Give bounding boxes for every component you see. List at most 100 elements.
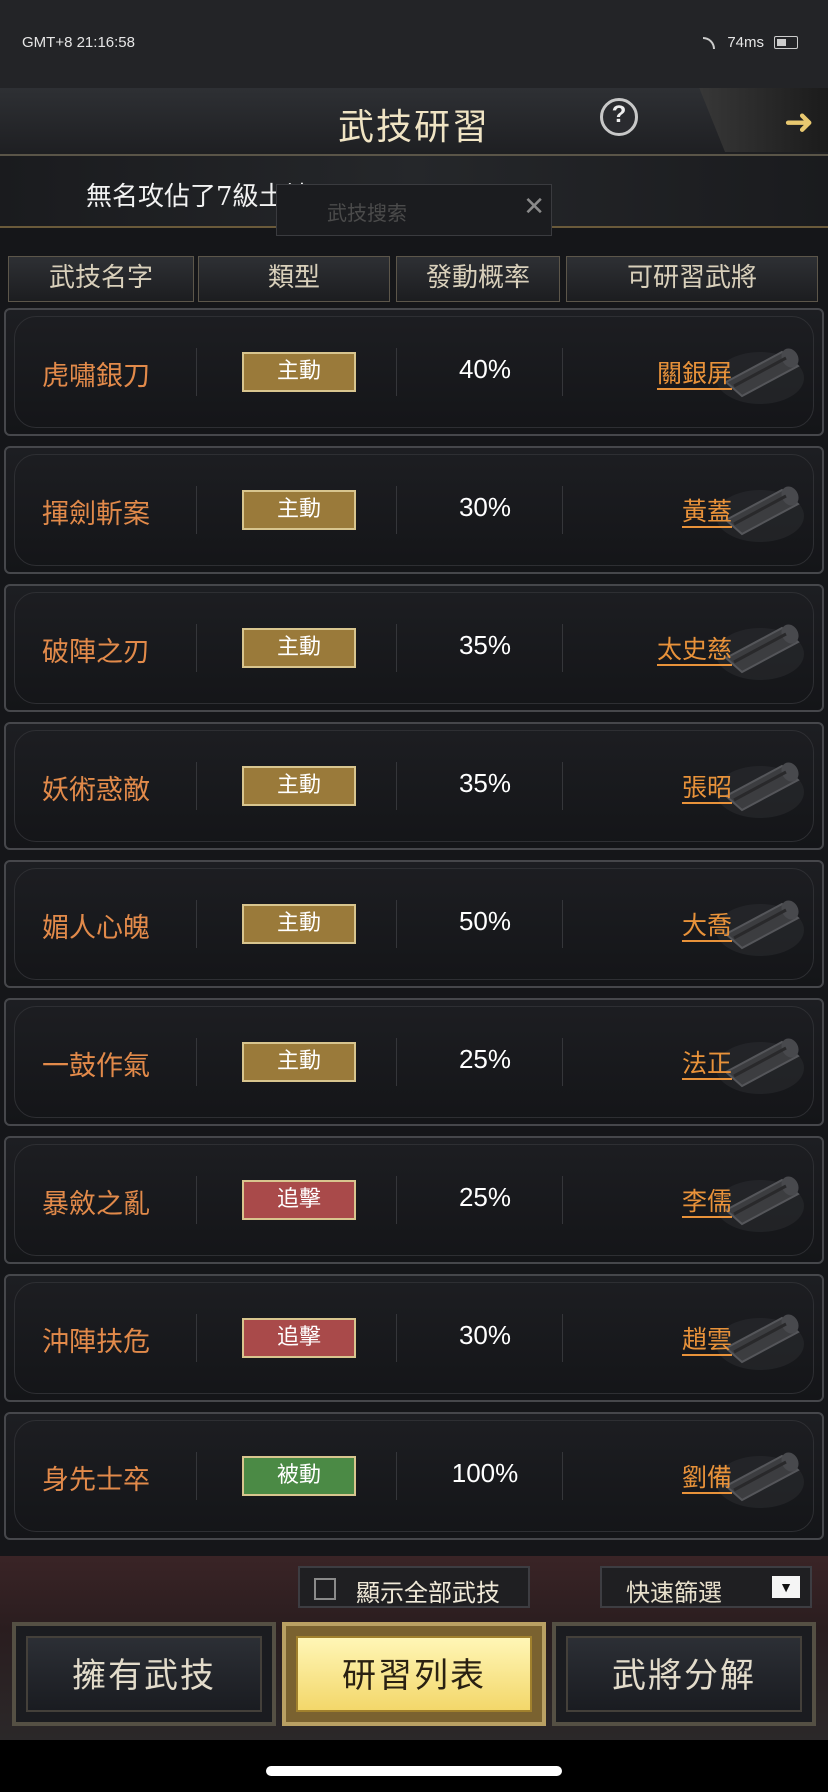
skill-name: 沖陣扶危 (42, 1327, 150, 1358)
arrow-right-icon: ➜ (783, 102, 814, 143)
page-title: 武技研習 (337, 107, 490, 148)
activation-rate: 50% (458, 906, 512, 936)
skill-name: 身先士卒 (42, 1465, 150, 1496)
divider (196, 762, 197, 810)
divider (562, 1176, 563, 1224)
divider (562, 1038, 563, 1086)
divider (396, 1314, 397, 1362)
general-link[interactable]: 張昭 (682, 768, 732, 804)
skill-name: 揮劍斬案 (42, 499, 150, 530)
column-header-type[interactable]: 類型 (198, 256, 390, 302)
checkbox[interactable] (314, 1578, 336, 1600)
search-placeholder: 武技搜索 (327, 201, 407, 225)
activation-rate: 35% (458, 630, 512, 660)
general-link[interactable]: 趙雲 (682, 1320, 732, 1356)
column-header-rate[interactable]: 發動概率 (396, 256, 560, 302)
status-bar: GMT+8 21:16:58 74ms (0, 0, 828, 88)
divider (396, 348, 397, 396)
general-link[interactable]: 劉備 (682, 1458, 732, 1494)
skill-type-badge: 主動 (242, 766, 356, 806)
divider (196, 1038, 197, 1086)
skill-type-badge: 追擊 (242, 1180, 356, 1220)
skill-type-badge: 主動 (242, 1042, 356, 1082)
title-bar: 武技研習 ? ➜ (0, 88, 828, 156)
general-link[interactable]: 法正 (682, 1044, 732, 1080)
activation-rate: 35% (458, 768, 512, 798)
activation-rate: 30% (458, 1320, 512, 1350)
general-link[interactable]: 黃蓋 (682, 492, 732, 528)
table-row[interactable]: 暴斂之亂 追擊 25% 李儒 (4, 1136, 824, 1264)
home-indicator[interactable] (266, 1766, 562, 1776)
divider (196, 486, 197, 534)
skill-name: 妖術惑敵 (42, 775, 150, 806)
divider (562, 1452, 563, 1500)
bottom-panel: 顯示全部武技 快速篩選 ▼ 擁有武技 研習列表 武將分解 (0, 1556, 828, 1740)
table-row[interactable]: 妖術惑敵 主動 35% 張昭 (4, 722, 824, 850)
table-row[interactable]: 沖陣扶危 追擊 30% 趙雲 (4, 1274, 824, 1402)
help-button[interactable]: ? (600, 98, 638, 136)
tab-label: 武將分解 (566, 1636, 802, 1712)
show-all-toggle[interactable]: 顯示全部武技 (298, 1566, 530, 1608)
skill-name: 媚人心魄 (42, 913, 150, 944)
table-row[interactable]: 揮劍斬案 主動 30% 黃蓋 (4, 446, 824, 574)
divider (562, 900, 563, 948)
home-bar (0, 1740, 828, 1792)
ping-text: 74ms (727, 34, 764, 51)
divider (196, 1452, 197, 1500)
column-header-general[interactable]: 可研習武將 (566, 256, 818, 302)
divider (196, 348, 197, 396)
divider (396, 1452, 397, 1500)
activation-rate: 40% (458, 354, 512, 384)
general-link[interactable]: 李儒 (682, 1182, 732, 1218)
chevron-down-icon: ▼ (772, 1576, 800, 1598)
divider (396, 1038, 397, 1086)
table-row[interactable]: 身先士卒 被動 100% 劉備 (4, 1412, 824, 1540)
divider (396, 486, 397, 534)
divider (396, 1176, 397, 1224)
tab-study-list[interactable]: 研習列表 (282, 1622, 546, 1726)
divider (396, 900, 397, 948)
table-row[interactable]: 一鼓作氣 主動 25% 法正 (4, 998, 824, 1126)
table-row[interactable]: 媚人心魄 主動 50% 大喬 (4, 860, 824, 988)
quick-filter-dropdown[interactable]: 快速篩選 ▼ (600, 1566, 812, 1608)
general-link[interactable]: 關銀屏 (657, 354, 732, 390)
table-row[interactable]: 虎嘯銀刀 主動 40% 關銀屏 (4, 308, 824, 436)
status-indicators: 74ms (703, 34, 798, 51)
divider (396, 762, 397, 810)
close-icon[interactable]: ✕ (523, 191, 545, 222)
status-time: GMT+8 21:16:58 (22, 34, 135, 51)
skill-name: 一鼓作氣 (42, 1051, 150, 1082)
column-header-skill[interactable]: 武技名字 (8, 256, 194, 302)
activation-rate: 30% (458, 492, 512, 522)
divider (196, 624, 197, 672)
skill-type-badge: 主動 (242, 628, 356, 668)
divider (562, 1314, 563, 1362)
skill-name: 暴斂之亂 (42, 1189, 150, 1220)
show-all-label: 顯示全部武技 (356, 1579, 500, 1607)
tab-general-decompose[interactable]: 武將分解 (552, 1622, 816, 1726)
skill-type-badge: 追擊 (242, 1318, 356, 1358)
general-link[interactable]: 太史慈 (657, 630, 732, 666)
divider (562, 348, 563, 396)
divider (196, 1176, 197, 1224)
activation-rate: 25% (458, 1182, 512, 1212)
tab-owned-skills[interactable]: 擁有武技 (12, 1622, 276, 1726)
divider (396, 624, 397, 672)
divider (562, 624, 563, 672)
table-row[interactable]: 破陣之刃 主動 35% 太史慈 (4, 584, 824, 712)
skill-name: 破陣之刃 (42, 637, 150, 668)
general-link[interactable]: 大喬 (682, 906, 732, 942)
tab-label: 研習列表 (296, 1636, 532, 1712)
divider (196, 900, 197, 948)
filter-label: 快速篩選 (626, 1579, 722, 1607)
activation-rate: 100% (451, 1458, 519, 1488)
divider (562, 486, 563, 534)
activation-rate: 25% (458, 1044, 512, 1074)
search-input[interactable]: 武技搜索 ✕ (276, 184, 552, 236)
divider (562, 762, 563, 810)
signal-icon (703, 36, 717, 49)
skill-type-badge: 主動 (242, 904, 356, 944)
divider (196, 1314, 197, 1362)
skill-name: 虎嘯銀刀 (42, 361, 150, 392)
skill-type-badge: 主動 (242, 490, 356, 530)
